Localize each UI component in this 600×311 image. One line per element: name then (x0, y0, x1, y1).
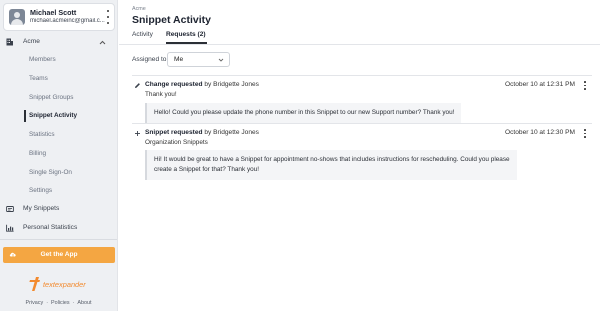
pencil-icon (135, 83, 140, 88)
assigned-to-select[interactable]: Me (167, 52, 230, 67)
request-message: Hello! Could you please update the phone… (145, 103, 462, 123)
main-content: Acme Snippet Activity Activity Requests … (119, 0, 600, 311)
privacy-link[interactable]: Privacy (26, 300, 44, 306)
page-title: Snippet Activity (132, 14, 211, 26)
request-menu-icon[interactable] (583, 81, 587, 90)
request-menu-icon[interactable] (583, 129, 587, 138)
building-icon (6, 38, 13, 46)
sidebar-item-single-sign-on[interactable]: Single Sign-On (0, 166, 117, 180)
plus-icon (135, 131, 140, 136)
sidebar-item-personal-statistics[interactable]: Personal Statistics (0, 221, 117, 235)
sidebar-item-label: Billing (29, 150, 47, 157)
org-section-toggle[interactable]: Acme (0, 35, 117, 49)
sidebar-item-label: Statistics (29, 131, 55, 138)
request-note: Organization Snippets (145, 139, 208, 146)
request-timestamp: October 10 at 12:31 PM (504, 81, 575, 88)
get-app-label: Get the App (40, 251, 78, 258)
request-author: by Bridgette Jones (202, 81, 259, 88)
footer-links: Privacy · Policies · About (0, 300, 117, 306)
request-title: Change requested by Bridgette Jones (145, 81, 259, 88)
org-label: Acme (23, 38, 40, 45)
request-message-text: Hello! Could you please update the phone… (154, 109, 455, 116)
textexpander-mark-icon (29, 277, 40, 291)
user-name: Michael Scott (30, 8, 77, 17)
chart-icon (6, 224, 14, 232)
separator: · (46, 300, 48, 306)
user-card[interactable]: Michael Scott michael.acmeinc@gmail.c... (3, 3, 115, 31)
request-timestamp: October 10 at 12:30 PM (504, 129, 575, 136)
sidebar-item-label: Personal Statistics (23, 224, 78, 231)
policies-link[interactable]: Policies (51, 300, 70, 306)
textexpander-logo: textexpander (29, 276, 91, 292)
request-message-line: create a Snippet for that? Thank you! (154, 166, 260, 173)
sidebar-item-label: Single Sign-On (29, 169, 72, 176)
sidebar-item-label: Settings (29, 187, 53, 194)
chevron-down-icon (218, 58, 224, 62)
user-email: michael.acmeinc@gmail.c... (30, 18, 105, 24)
request-item: Snippet requested by Bridgette Jones Org… (132, 128, 592, 180)
sidebar-item-label: Snippet Groups (29, 94, 74, 101)
chevron-up-icon (99, 40, 106, 45)
breadcrumb[interactable]: Acme (132, 6, 146, 12)
about-link[interactable]: About (77, 300, 91, 306)
sidebar-item-label: Teams (29, 75, 48, 82)
request-note: Thank you! (145, 91, 177, 98)
sidebar-item-teams[interactable]: Teams (0, 72, 117, 86)
request-type: Snippet requested (145, 129, 203, 136)
divider (0, 239, 117, 240)
active-indicator (24, 110, 26, 122)
sidebar-item-snippet-activity[interactable]: Snippet Activity (0, 109, 117, 123)
request-type: Change requested (145, 81, 203, 88)
sidebar-item-settings[interactable]: Settings (0, 184, 117, 198)
request-message-line: Hi! It would be great to have a Snippet … (154, 156, 510, 163)
snippets-icon (6, 206, 14, 212)
kebab-icon[interactable] (105, 9, 111, 25)
sidebar-item-billing[interactable]: Billing (0, 147, 117, 161)
sidebar: Michael Scott michael.acmeinc@gmail.c...… (0, 0, 118, 311)
sidebar-item-label: Snippet Activity (29, 112, 78, 119)
request-item: Change requested by Bridgette Jones Than… (132, 80, 592, 123)
sidebar-item-my-snippets[interactable]: My Snippets (0, 202, 117, 216)
sidebar-item-label: My Snippets (23, 205, 60, 212)
tab-activity[interactable]: Activity (132, 31, 153, 42)
request-message: Hi! It would be great to have a Snippet … (145, 150, 517, 180)
divider (132, 123, 592, 124)
divider (132, 75, 592, 76)
logo-wordmark: textexpander (43, 280, 86, 289)
divider (119, 44, 600, 45)
request-author: by Bridgette Jones (202, 129, 259, 136)
sidebar-item-statistics[interactable]: Statistics (0, 128, 117, 142)
sidebar-item-members[interactable]: Members (0, 53, 117, 67)
sidebar-item-snippet-groups[interactable]: Snippet Groups (0, 91, 117, 105)
request-title: Snippet requested by Bridgette Jones (145, 129, 259, 136)
assigned-to-value: Me (174, 56, 184, 63)
get-app-button[interactable]: Get the App (3, 247, 115, 263)
assigned-to-label: Assigned to (132, 56, 167, 63)
tab-requests[interactable]: Requests (2) (166, 31, 206, 42)
avatar (9, 9, 25, 25)
sidebar-item-label: Members (29, 56, 56, 63)
separator: · (72, 300, 75, 306)
